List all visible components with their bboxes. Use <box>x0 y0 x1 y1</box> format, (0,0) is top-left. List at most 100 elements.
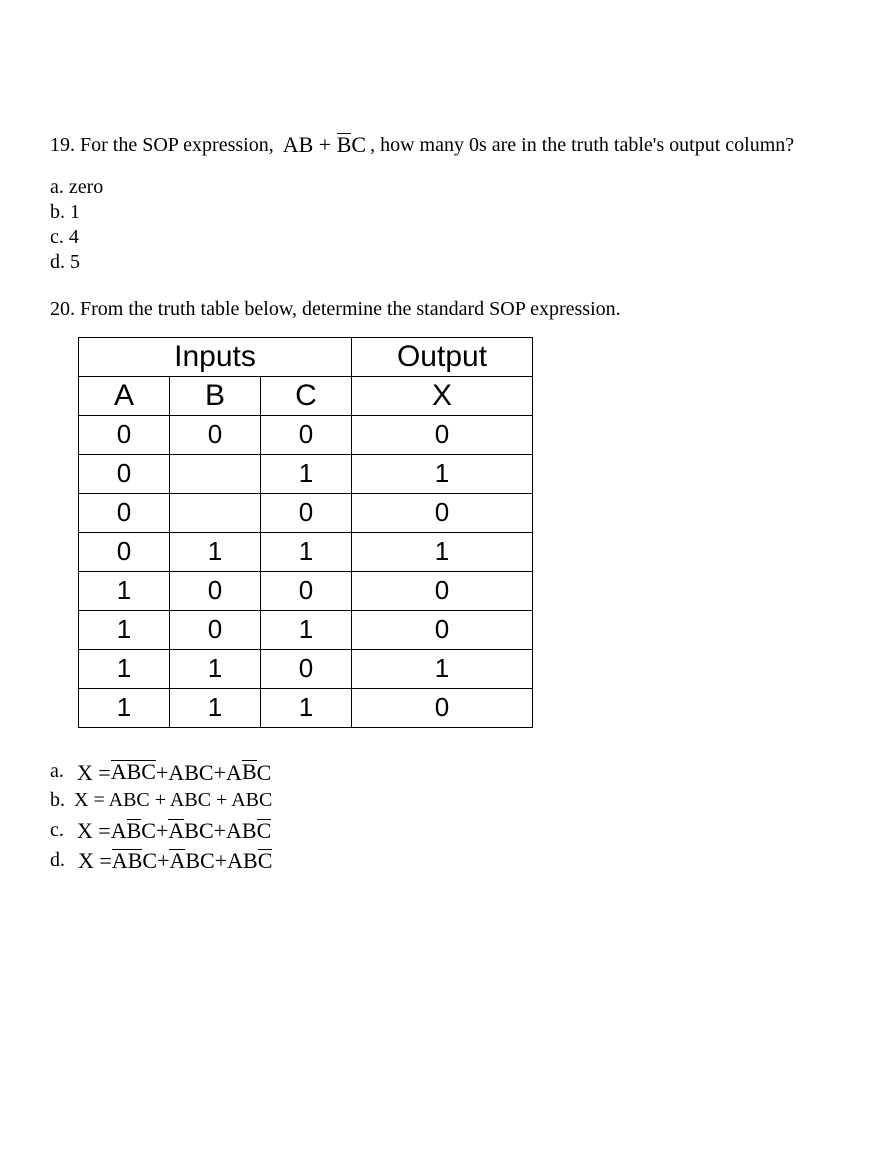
plus: + <box>215 846 227 876</box>
cell: 0 <box>170 610 261 649</box>
cell: 1 <box>352 532 533 571</box>
table-row: 1101 <box>79 649 533 688</box>
plus: + <box>214 758 226 788</box>
option-a: a. X = ABC + ABC + ABC <box>50 758 836 788</box>
term-c: C <box>351 130 366 161</box>
question-body: From the truth table below, determine th… <box>75 295 621 323</box>
option-text: 1 <box>70 200 80 225</box>
c-bar: C <box>258 849 273 872</box>
term-a: A <box>111 816 127 846</box>
cell <box>170 454 261 493</box>
cell: 1 <box>352 454 533 493</box>
page-content: 19. For the SOP expression, AB + B C , h… <box>0 0 886 956</box>
question-number: 20. <box>50 295 75 323</box>
cell: 0 <box>79 532 170 571</box>
question-20-options: a. X = ABC + ABC + ABC b. X = ABC + ABC … <box>50 758 836 876</box>
term-c: C <box>142 846 157 876</box>
a-bar: A <box>111 760 127 783</box>
cell: 1 <box>261 454 352 493</box>
option-label: b. <box>50 787 70 816</box>
cell: 1 <box>261 532 352 571</box>
plus: + <box>156 758 168 788</box>
question-19: 19. For the SOP expression, AB + B C , h… <box>50 130 836 275</box>
cell: 1 <box>261 688 352 727</box>
question-suffix: , how many 0s are in the truth table's o… <box>370 131 794 159</box>
inputs-header: Inputs <box>79 337 352 376</box>
cell: 1 <box>79 610 170 649</box>
col-c: C <box>261 376 352 415</box>
b-bar: B <box>127 760 142 783</box>
table-body: 0000 011 000 0111 1000 1010 1101 1110 <box>79 415 533 727</box>
sop-expression: AB + B C <box>279 130 370 161</box>
cell: 0 <box>352 493 533 532</box>
col-x: X <box>352 376 533 415</box>
term-bc: BC <box>185 846 214 876</box>
plus: + <box>157 846 169 876</box>
lhs: X = <box>78 846 112 876</box>
cell: 0 <box>352 688 533 727</box>
term-ab: AB <box>226 816 257 846</box>
table-header-row-2: A B C X <box>79 376 533 415</box>
option-b: b. X = ABC + ABC + ABC <box>50 787 836 816</box>
cell: 1 <box>352 649 533 688</box>
cell: 0 <box>352 610 533 649</box>
question-prefix: For the SOP expression, <box>75 131 279 159</box>
cell: 1 <box>170 649 261 688</box>
cell: 0 <box>170 415 261 454</box>
truth-table-wrap: Inputs Output A B C X 0000 011 000 0111 <box>78 337 836 728</box>
option-label: c. <box>50 817 69 846</box>
output-header: Output <box>352 337 533 376</box>
cell: 0 <box>261 493 352 532</box>
question-20-text: 20. From the truth table below, determin… <box>50 295 836 323</box>
option-label: a. <box>50 758 69 787</box>
b-bar: B <box>337 133 352 156</box>
option-c: c. 4 <box>50 225 836 250</box>
table-header-row-1: Inputs Output <box>79 337 533 376</box>
option-text: 4 <box>69 225 79 250</box>
option-label: d. <box>50 250 70 275</box>
a-bar: A <box>168 819 184 842</box>
option-label: d. <box>50 847 70 876</box>
option-d: d. 5 <box>50 250 836 275</box>
truth-table: Inputs Output A B C X 0000 011 000 0111 <box>78 337 533 728</box>
question-19-options: a. zero b. 1 c. 4 d. 5 <box>50 175 836 275</box>
table-row: 0111 <box>79 532 533 571</box>
plus: + <box>214 816 226 846</box>
cell: 0 <box>352 415 533 454</box>
lhs: X = <box>77 816 111 846</box>
cell: 0 <box>352 571 533 610</box>
b-bar: B <box>128 849 143 872</box>
cell: 0 <box>79 493 170 532</box>
cell: 0 <box>79 415 170 454</box>
c-bar: C <box>257 819 272 842</box>
cell: 0 <box>261 415 352 454</box>
option-a-expression: X = ABC + ABC + ABC <box>73 758 275 788</box>
b-bar: B <box>127 819 142 842</box>
cell: 0 <box>170 571 261 610</box>
cell: 0 <box>79 454 170 493</box>
c-bar: C <box>141 760 156 783</box>
option-label: a. <box>50 175 69 200</box>
cell: 1 <box>79 649 170 688</box>
plus: + <box>156 816 168 846</box>
cell: 1 <box>261 610 352 649</box>
cell <box>170 493 261 532</box>
table-row: 0 11 <box>79 454 533 493</box>
a-bar: A <box>169 849 185 872</box>
term-abc: ABC <box>168 758 213 788</box>
a-bar: A <box>112 849 128 872</box>
term-c: C <box>141 816 156 846</box>
option-c: c. X = ABC + ABC + ABC <box>50 816 836 846</box>
table-row: 1110 <box>79 688 533 727</box>
term-a: A <box>226 758 242 788</box>
option-text: zero <box>69 175 103 200</box>
term-ab: AB <box>227 846 258 876</box>
option-d-expression: X = ABC + ABC + ABC <box>74 846 276 876</box>
option-d: d. X = ABC + ABC + ABC <box>50 846 836 876</box>
cell: 1 <box>170 688 261 727</box>
col-b: B <box>170 376 261 415</box>
option-label: c. <box>50 225 69 250</box>
option-a: a. zero <box>50 175 836 200</box>
term-bc: BC <box>184 816 213 846</box>
cell: 1 <box>79 571 170 610</box>
